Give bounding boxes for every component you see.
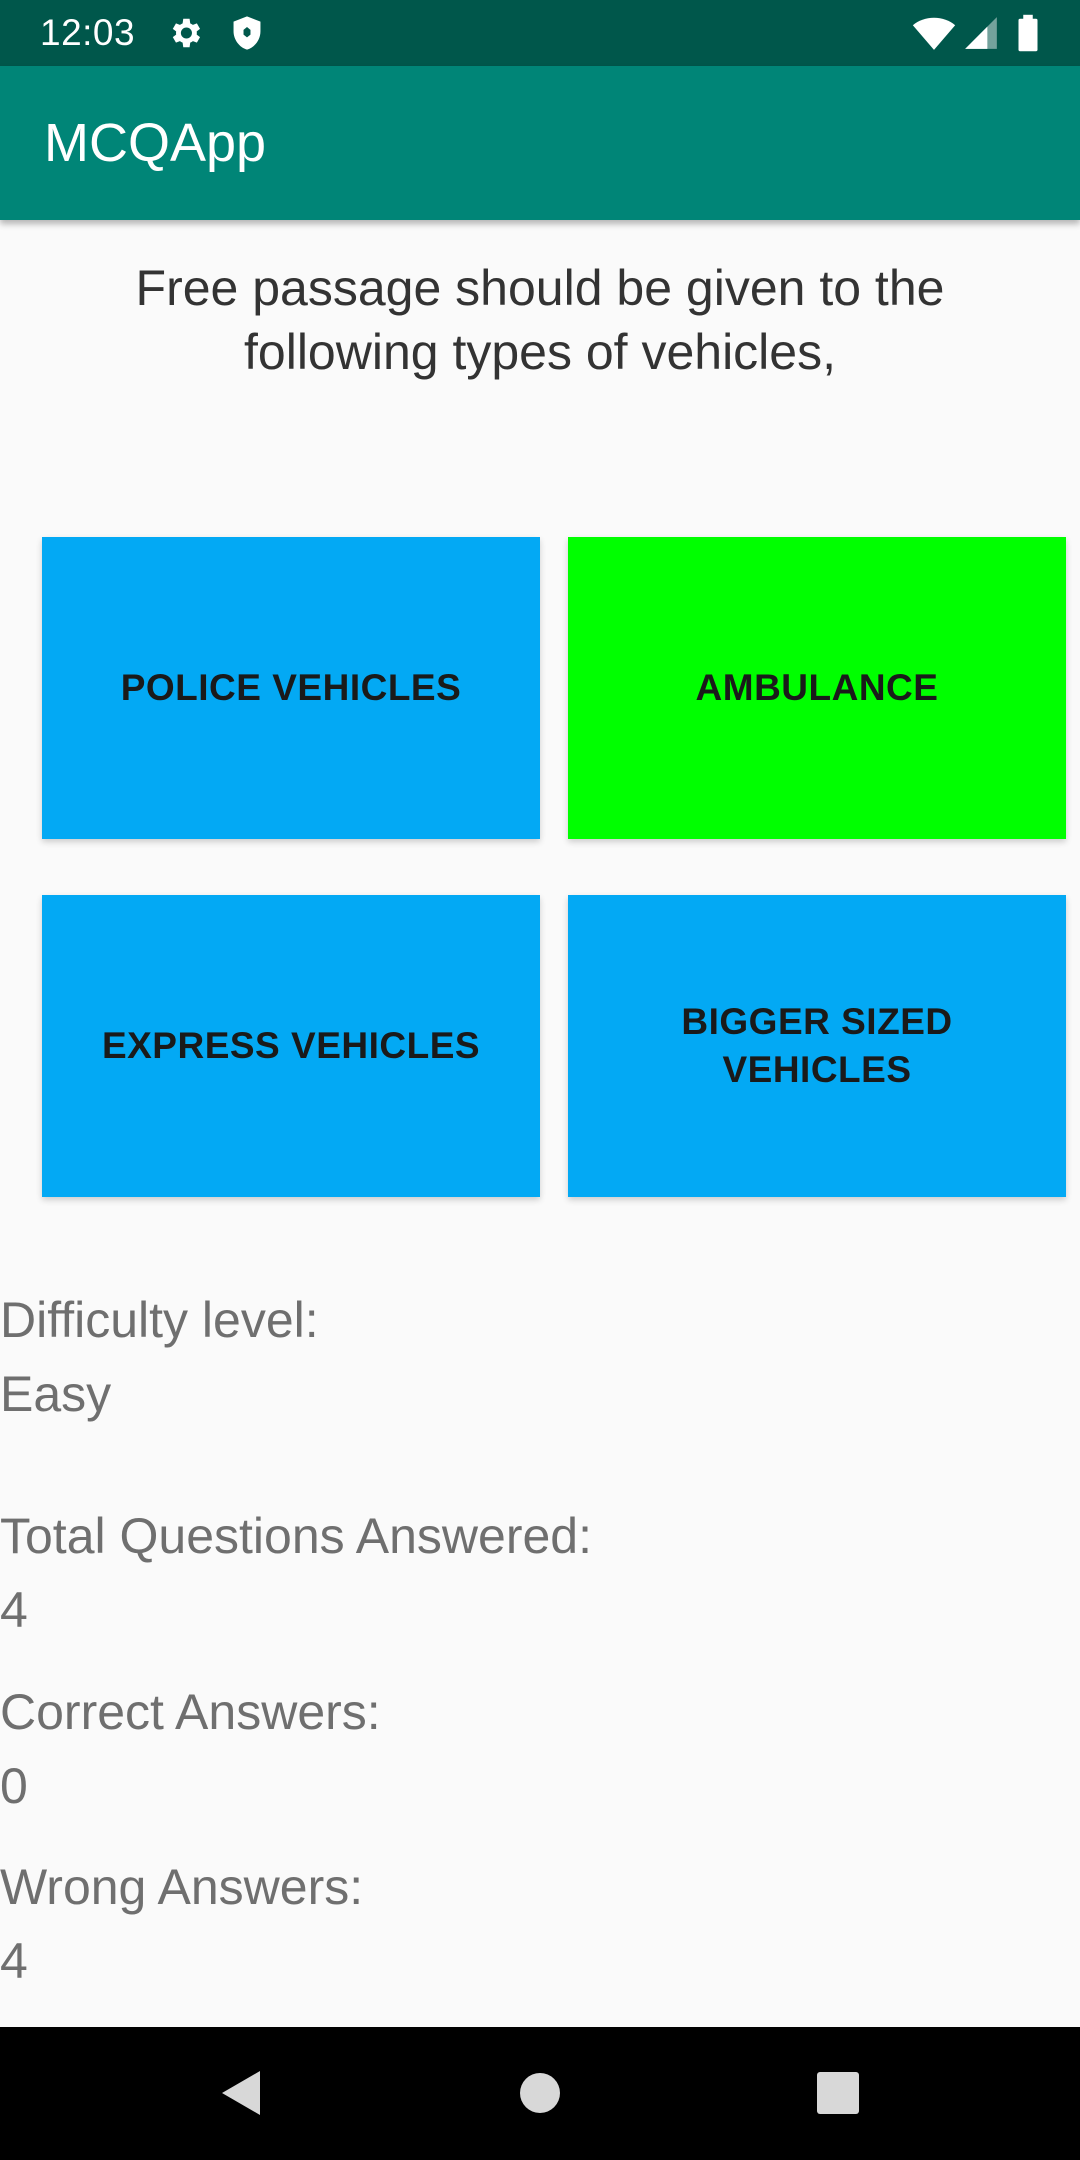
app-bar: MCQApp	[0, 66, 1080, 220]
wrong-answers-label: Wrong Answers:	[0, 1859, 364, 1915]
status-bar: 12:03	[0, 0, 1080, 66]
recents-icon[interactable]	[798, 2053, 878, 2133]
correct-answers-label: Correct Answers:	[0, 1684, 381, 1740]
wifi-icon	[912, 14, 956, 52]
difficulty-value: Easy	[0, 1366, 112, 1422]
battery-icon	[1014, 14, 1042, 52]
wrong-answers-value: 4	[0, 1933, 28, 1989]
answer-button-police-vehicles[interactable]: POLICE VEHICLES	[42, 537, 540, 839]
screen: 12:03 MCQApp Free passage should be give…	[0, 0, 1080, 2160]
answer-button-express-vehicles[interactable]: EXPRESS VEHICLES	[42, 895, 540, 1197]
navigation-bar	[0, 2027, 1080, 2160]
signal-icon	[962, 14, 1000, 52]
app-title: MCQApp	[44, 113, 267, 173]
total-answered-label: Total Questions Answered:	[0, 1508, 592, 1564]
answer-button-ambulance[interactable]: AMBULANCE	[568, 537, 1066, 839]
correct-answers-value: 0	[0, 1758, 28, 1814]
answer-button-bigger-sized-vehicles[interactable]: BIGGER SIZED VEHICLES	[568, 895, 1066, 1197]
gear-icon	[166, 14, 204, 52]
home-icon[interactable]	[500, 2053, 580, 2133]
total-answered-value: 4	[0, 1582, 28, 1638]
back-icon[interactable]	[200, 2053, 280, 2133]
difficulty-label: Difficulty level:	[0, 1292, 319, 1348]
question-text: Free passage should be given to the foll…	[135, 260, 945, 380]
status-time: 12:03	[40, 12, 136, 53]
shield-icon	[228, 14, 266, 52]
